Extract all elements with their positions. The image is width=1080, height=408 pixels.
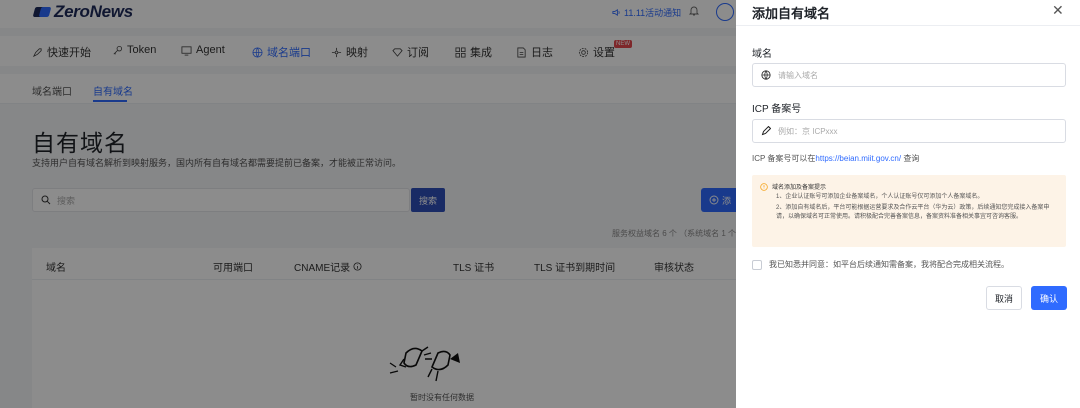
agree-checkbox[interactable]: [752, 259, 762, 270]
tip-line-2: 2、添加自有域名后，平台可能根据运营要求及合作云平台（华为云）政策，后续通知您完…: [776, 205, 1050, 220]
icp-hint-prefix: ICP 备案号可以在: [752, 154, 816, 163]
warning-icon: [760, 182, 768, 191]
tip-title-text: 域名添加及备案提示: [772, 185, 827, 191]
domain-input[interactable]: 请输入域名: [752, 63, 1066, 87]
pencil-icon: [761, 126, 771, 136]
agreement-row[interactable]: 我已知悉并同意：如平台后续通知需备案，我将配合完成相关流程。: [752, 259, 1009, 270]
drawer-title: 添加自有域名: [752, 6, 831, 21]
close-icon[interactable]: ✕: [1052, 2, 1064, 19]
confirm-button[interactable]: 确认: [1031, 286, 1067, 310]
icp-placeholder: 例如：京 ICPxxx: [778, 126, 838, 136]
beian-link[interactable]: https://beian.miit.gov.cn/: [815, 154, 901, 163]
warning-tip-box: 域名添加及备案提示 1、企业认证账号可添加企业备案域名，个人认证账号仅可添加个人…: [752, 175, 1066, 247]
tip-title: 域名添加及备案提示: [760, 182, 1058, 191]
icp-hint: ICP 备案号可以在https://beian.miit.gov.cn/ 查询: [752, 153, 919, 164]
icp-label: ICP 备案号: [752, 104, 802, 115]
modal-overlay[interactable]: [0, 0, 736, 408]
icp-hint-suffix: 查询: [901, 154, 920, 163]
tip-line-1: 1、企业认证账号可添加企业备案域名，个人认证账号仅可添加个人备案域名。: [776, 194, 984, 200]
add-domain-drawer: 添加自有域名 ✕ 域名 请输入域名 ICP 备案号 例如：京 ICPxxx IC…: [736, 0, 1080, 408]
icp-input[interactable]: 例如：京 ICPxxx: [752, 119, 1066, 143]
cancel-button[interactable]: 取消: [986, 286, 1022, 310]
domain-placeholder: 请输入域名: [778, 70, 818, 80]
domain-label: 域名: [752, 49, 772, 60]
globe-icon: [761, 70, 771, 80]
agree-text: 我已知悉并同意：如平台后续通知需备案，我将配合完成相关流程。: [769, 260, 1009, 269]
drawer-divider: [736, 25, 1080, 26]
